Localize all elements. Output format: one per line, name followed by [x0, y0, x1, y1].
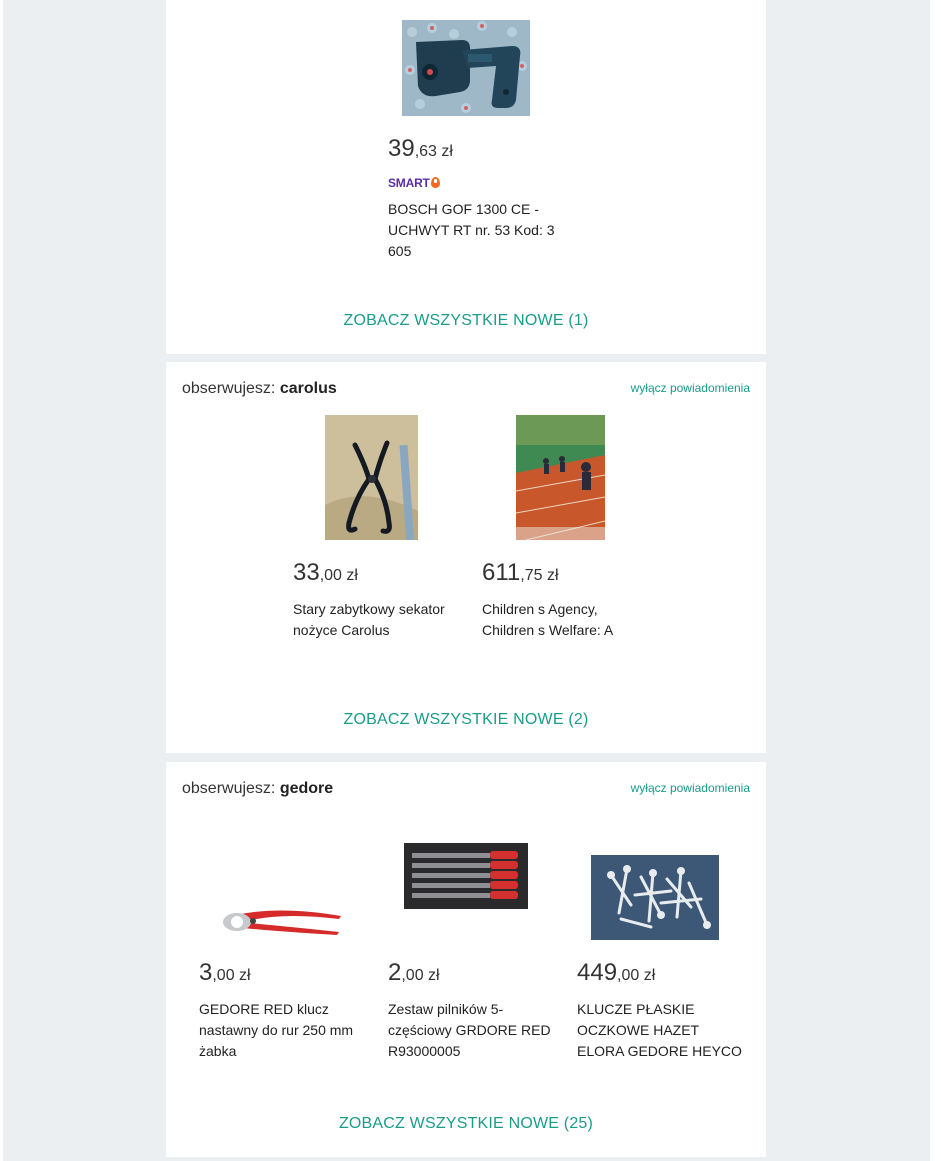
followed-section-card: obserwujesz: gedore wyłącz powiadomienia…	[166, 762, 766, 1157]
product-price: 39,63 zł	[388, 135, 453, 163]
disable-notifications-link[interactable]: wyłącz powiadomienia	[631, 381, 750, 395]
product-image[interactable]	[213, 908, 341, 944]
product-price: 33,00 zł	[293, 559, 358, 587]
smart-badge: SMART	[388, 176, 440, 190]
price-integer: 33	[293, 559, 320, 586]
price-integer: 611	[482, 559, 521, 586]
product-item[interactable]: 3,00 zł GEDORE RED klucz nastawny do rur…	[199, 815, 369, 1095]
product-price: 3,00 zł	[199, 959, 251, 987]
followed-section-card: obserwujesz: carolus wyłącz powiadomieni…	[166, 362, 766, 753]
product-item[interactable]: 611,75 zł Children s Agency, Children s …	[482, 415, 652, 655]
see-all-new-link[interactable]: ZOBACZ WSZYSTKIE NOWE (1)	[166, 312, 766, 330]
product-price: 449,00 zł	[577, 959, 655, 987]
price-fraction: ,63 zł	[414, 143, 453, 160]
follow-prefix: obserwujesz:	[182, 380, 280, 397]
product-image[interactable]	[325, 415, 418, 540]
product-image[interactable]	[591, 855, 719, 940]
price-fraction: ,00 zł	[617, 967, 656, 984]
follow-label: obserwujesz: carolus	[182, 380, 337, 398]
product-image[interactable]	[404, 841, 528, 913]
product-title[interactable]: KLUCZE PŁASKIE OCZKOWE HAZET ELORA GEDOR…	[577, 999, 747, 1062]
price-integer: 449	[577, 959, 618, 986]
product-item[interactable]: 2,00 zł Zestaw pilników 5-częściowy GRDO…	[388, 815, 558, 1095]
price-integer: 3	[199, 959, 213, 986]
section-header: obserwujesz: carolus wyłącz powiadomieni…	[182, 380, 750, 400]
price-fraction: ,00 zł	[401, 967, 440, 984]
followed-name[interactable]: gedore	[280, 780, 333, 797]
smart-pin-icon	[430, 177, 440, 188]
price-fraction: ,00 zł	[212, 967, 251, 984]
see-all-new-link[interactable]: ZOBACZ WSZYSTKIE NOWE (25)	[166, 1115, 766, 1133]
followed-name[interactable]: carolus	[280, 380, 337, 397]
product-item[interactable]: 449,00 zł KLUCZE PŁASKIE OCZKOWE HAZET E…	[577, 815, 747, 1095]
product-title[interactable]: Stary zabytkowy sekator nożyce Carolus	[293, 599, 463, 641]
price-fraction: ,00 zł	[319, 567, 358, 584]
follow-label: obserwujesz: gedore	[182, 780, 333, 798]
product-image[interactable]	[402, 20, 530, 116]
smart-badge-label: SMART	[388, 176, 430, 190]
price-integer: 2	[388, 959, 402, 986]
product-image[interactable]	[516, 415, 605, 540]
product-title[interactable]: Children s Agency, Children s Welfare: A	[482, 599, 652, 641]
product-price: 2,00 zł	[388, 959, 440, 987]
scroll-edge	[930, 0, 941, 1161]
product-price: 611,75 zł	[482, 559, 559, 587]
section-header: obserwujesz: gedore wyłącz powiadomienia	[182, 780, 750, 800]
price-integer: 39	[388, 135, 415, 162]
product-title[interactable]: GEDORE RED klucz nastawny do rur 250 mm …	[199, 999, 369, 1062]
product-item[interactable]: 33,00 zł Stary zabytkowy sekator nożyce …	[293, 415, 463, 655]
product-title[interactable]: Zestaw pilników 5-częściowy GRDORE RED R…	[388, 999, 558, 1062]
product-item[interactable]: 39,63 zł SMART BOSCH GOF 1300 CE - UCHWY…	[388, 0, 558, 290]
disable-notifications-link[interactable]: wyłącz powiadomienia	[631, 781, 750, 795]
price-fraction: ,75 zł	[520, 567, 559, 584]
see-all-new-link[interactable]: ZOBACZ WSZYSTKIE NOWE (2)	[166, 711, 766, 729]
follow-prefix: obserwujesz:	[182, 780, 280, 797]
followed-section-card: 39,63 zł SMART BOSCH GOF 1300 CE - UCHWY…	[166, 0, 766, 354]
product-title[interactable]: BOSCH GOF 1300 CE - UCHWYT RT nr. 53 Kod…	[388, 199, 558, 262]
